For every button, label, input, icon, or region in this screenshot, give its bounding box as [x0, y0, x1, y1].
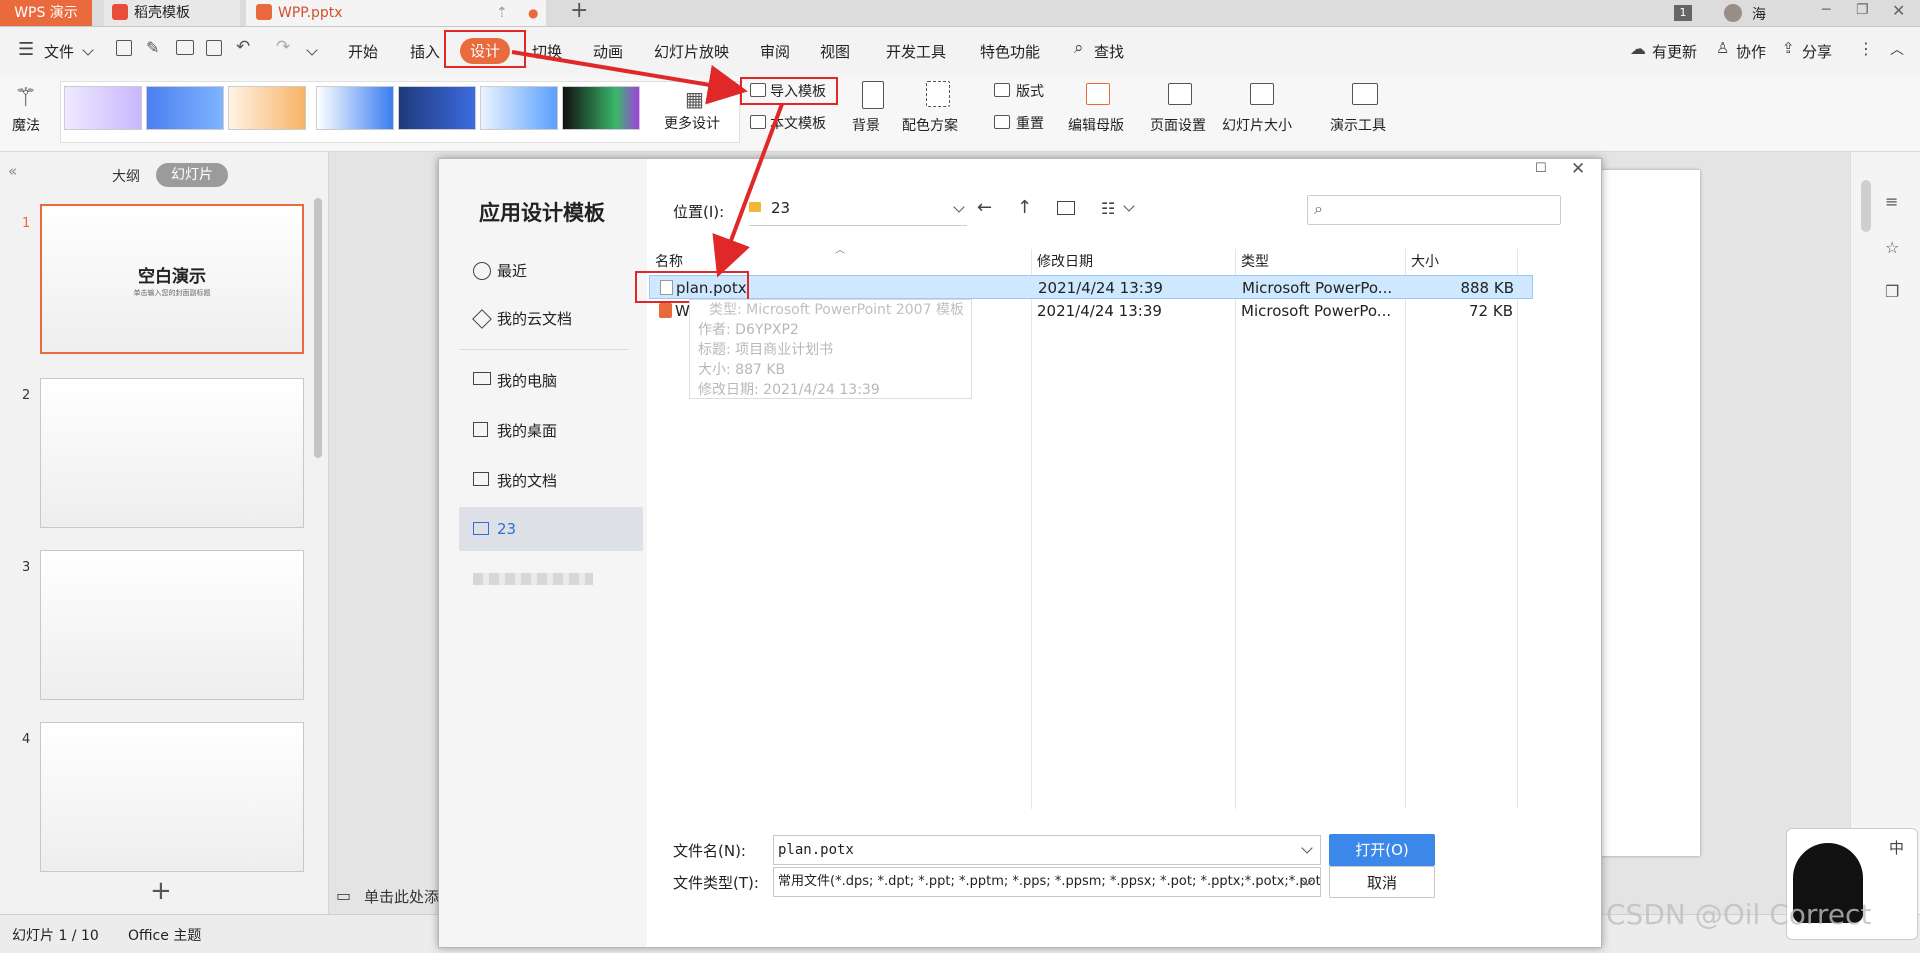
arrow-design-to-import: [511, 50, 748, 105]
annotation-arrows: [511, 50, 784, 278]
arrow-import-to-plan: [712, 103, 784, 278]
